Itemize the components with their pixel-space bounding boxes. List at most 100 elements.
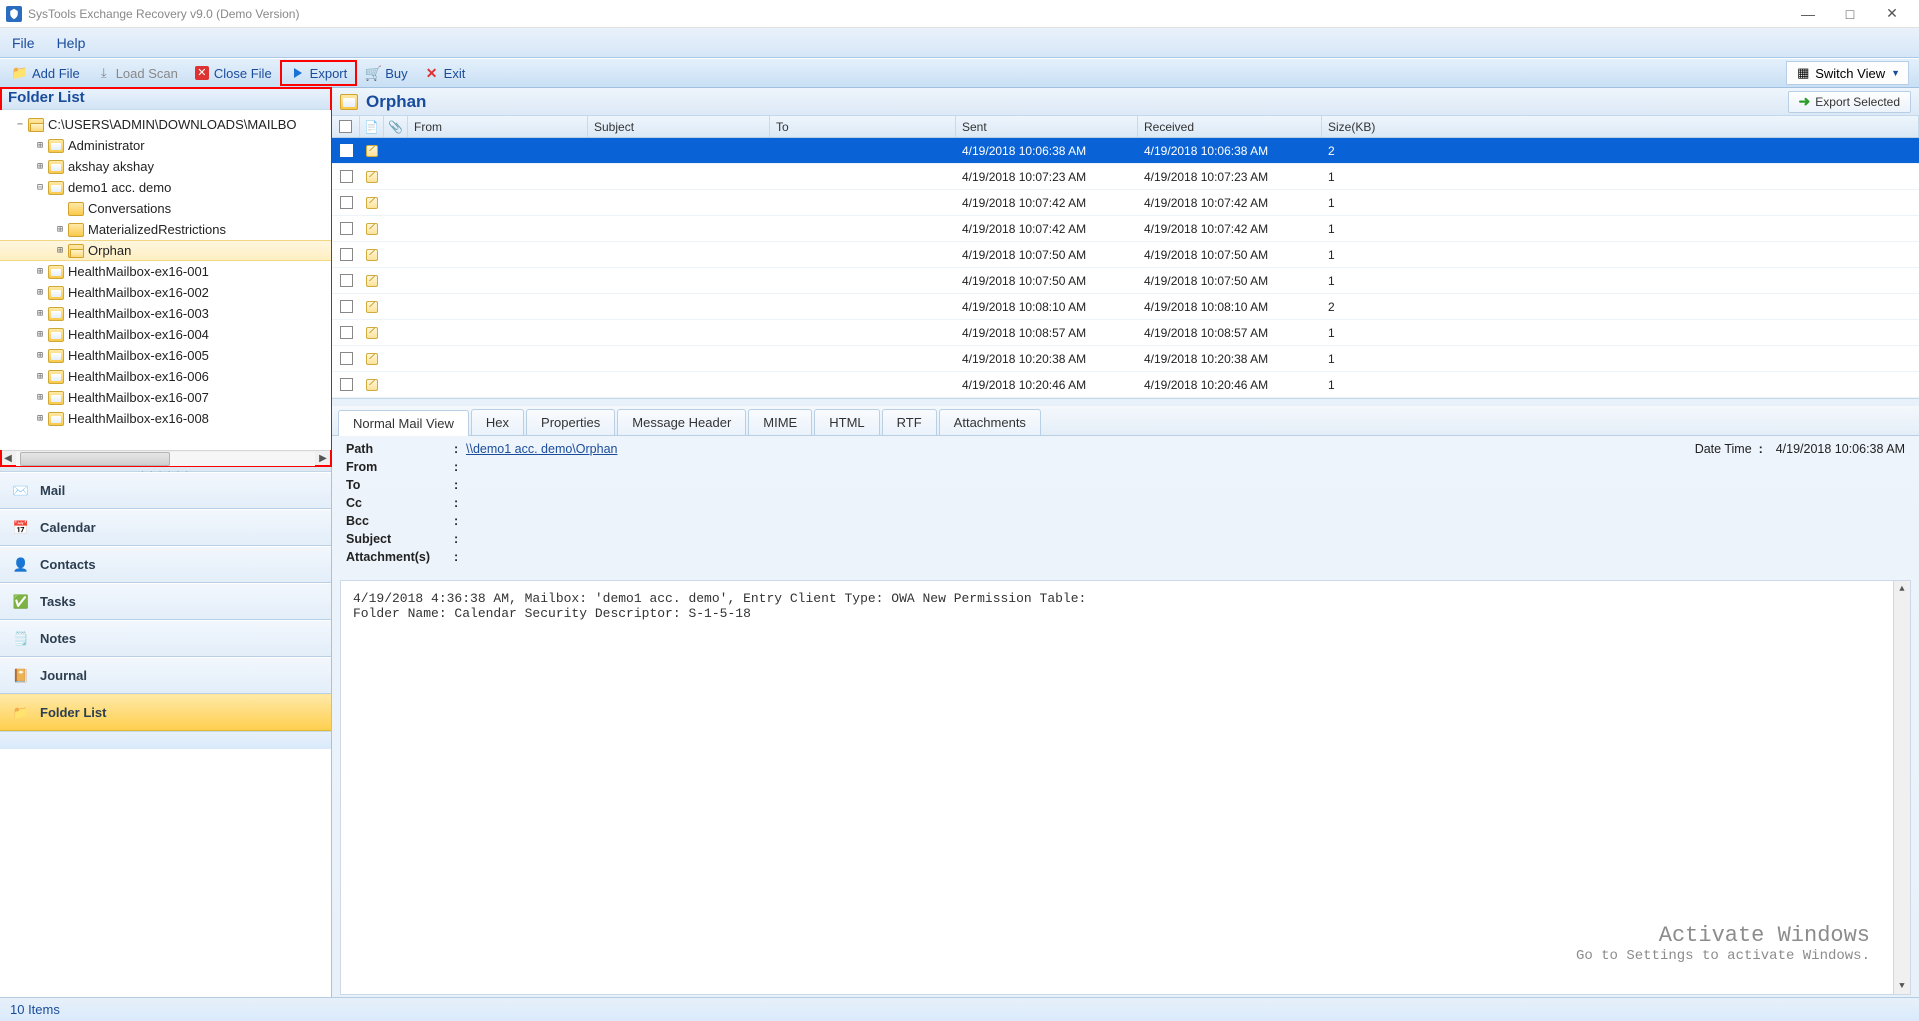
table-row[interactable]: 4/19/2018 10:07:23 AM4/19/2018 10:07:23 … bbox=[332, 164, 1919, 190]
close-button[interactable]: ✕ bbox=[1871, 0, 1913, 28]
scroll-up-icon[interactable]: ▲ bbox=[1899, 581, 1904, 597]
table-row[interactable]: 4/19/2018 10:08:57 AM4/19/2018 10:08:57 … bbox=[332, 320, 1919, 346]
tree-item[interactable]: ⊞HealthMailbox-ex16-001 bbox=[0, 261, 331, 282]
menu-file[interactable]: File bbox=[12, 35, 35, 51]
table-row[interactable]: 4/19/2018 10:07:50 AM4/19/2018 10:07:50 … bbox=[332, 242, 1919, 268]
envelope-icon bbox=[366, 197, 378, 209]
col-to[interactable]: To bbox=[770, 116, 956, 137]
path-link[interactable]: \\demo1 acc. demo\Orphan bbox=[466, 442, 617, 456]
row-checkbox[interactable] bbox=[340, 222, 353, 235]
minimize-button[interactable]: — bbox=[1787, 0, 1829, 28]
add-file-button[interactable]: 📁 Add File bbox=[4, 62, 88, 84]
scroll-down-icon[interactable]: ▼ bbox=[1899, 978, 1904, 994]
export-button[interactable]: Export bbox=[280, 60, 358, 86]
nav-calendar[interactable]: 📅 Calendar bbox=[0, 509, 331, 546]
nav-mail[interactable]: ✉️ Mail bbox=[0, 472, 331, 509]
switch-view-button[interactable]: ▦ Switch View ▼ bbox=[1786, 61, 1909, 85]
expander-icon[interactable]: − bbox=[14, 119, 26, 130]
tree-root-item[interactable]: −C:\USERS\ADMIN\DOWNLOADS\MAILBO bbox=[0, 114, 331, 135]
menu-help[interactable]: Help bbox=[57, 35, 86, 51]
from-label: From bbox=[346, 460, 454, 474]
expander-icon[interactable]: ⊞ bbox=[54, 224, 66, 235]
cell-from bbox=[408, 268, 588, 293]
maximize-button[interactable]: □ bbox=[1829, 0, 1871, 28]
table-row[interactable]: 4/19/2018 10:20:46 AM4/19/2018 10:20:46 … bbox=[332, 372, 1919, 398]
tree-item[interactable]: ⊞akshay akshay bbox=[0, 156, 331, 177]
tree-horizontal-scrollbar[interactable]: ◀ ▶ bbox=[0, 450, 331, 466]
expander-icon[interactable]: ⊞ bbox=[34, 161, 46, 172]
tree-item[interactable]: ⊞Administrator bbox=[0, 135, 331, 156]
table-row[interactable]: 4/19/2018 10:06:38 AM4/19/2018 10:06:38 … bbox=[332, 138, 1919, 164]
nav-contacts[interactable]: 👤 Contacts bbox=[0, 546, 331, 583]
cell-subject bbox=[588, 294, 770, 319]
folder-tree[interactable]: −C:\USERS\ADMIN\DOWNLOADS\MAILBO⊞Adminis… bbox=[0, 110, 331, 450]
tree-item[interactable]: ⊞HealthMailbox-ex16-002 bbox=[0, 282, 331, 303]
col-received[interactable]: Received bbox=[1138, 116, 1322, 137]
tree-item[interactable]: ⊞MaterializedRestrictions bbox=[0, 219, 331, 240]
expander-icon[interactable]: ⊞ bbox=[34, 392, 46, 403]
preview-scrollbar[interactable]: ▲ ▼ bbox=[1893, 581, 1910, 994]
tree-item[interactable]: ⊞HealthMailbox-ex16-006 bbox=[0, 366, 331, 387]
export-selected-button[interactable]: ➜ Export Selected bbox=[1788, 91, 1911, 113]
cell-from bbox=[408, 190, 588, 215]
nav-journal[interactable]: 📔 Journal bbox=[0, 657, 331, 694]
row-checkbox[interactable] bbox=[340, 300, 353, 313]
preview-tab[interactable]: HTML bbox=[814, 409, 879, 435]
datetime-field: Date Time : 4/19/2018 10:06:38 AM bbox=[1689, 442, 1905, 456]
row-checkbox[interactable] bbox=[340, 274, 353, 287]
tree-item[interactable]: ⊞HealthMailbox-ex16-005 bbox=[0, 345, 331, 366]
col-sent[interactable]: Sent bbox=[956, 116, 1138, 137]
nav-tasks[interactable]: ✅ Tasks bbox=[0, 583, 331, 620]
col-checkbox[interactable] bbox=[332, 116, 360, 137]
row-checkbox[interactable] bbox=[340, 196, 353, 209]
preview-tab[interactable]: Hex bbox=[471, 409, 524, 435]
row-checkbox[interactable] bbox=[340, 378, 353, 391]
preview-tab[interactable]: Properties bbox=[526, 409, 615, 435]
table-row[interactable]: 4/19/2018 10:07:42 AM4/19/2018 10:07:42 … bbox=[332, 190, 1919, 216]
expander-icon[interactable]: ⊞ bbox=[34, 287, 46, 298]
scroll-thumb[interactable] bbox=[20, 452, 170, 466]
preview-tab[interactable]: MIME bbox=[748, 409, 812, 435]
row-checkbox[interactable] bbox=[340, 326, 353, 339]
load-scan-button[interactable]: ⤓ Load Scan bbox=[88, 62, 186, 84]
preview-tab[interactable]: Message Header bbox=[617, 409, 746, 435]
buy-button[interactable]: 🛒 Buy bbox=[357, 62, 415, 84]
grid-body[interactable]: 4/19/2018 10:06:38 AM4/19/2018 10:06:38 … bbox=[332, 138, 1919, 398]
tree-item[interactable]: Conversations bbox=[0, 198, 331, 219]
table-row[interactable]: 4/19/2018 10:20:38 AM4/19/2018 10:20:38 … bbox=[332, 346, 1919, 372]
scroll-right-icon[interactable]: ▶ bbox=[315, 453, 331, 464]
tree-item[interactable]: ⊞HealthMailbox-ex16-008 bbox=[0, 408, 331, 429]
tree-item[interactable]: ⊞HealthMailbox-ex16-004 bbox=[0, 324, 331, 345]
table-row[interactable]: 4/19/2018 10:07:50 AM4/19/2018 10:07:50 … bbox=[332, 268, 1919, 294]
row-checkbox[interactable] bbox=[340, 170, 353, 183]
expander-icon[interactable]: ⊞ bbox=[34, 413, 46, 424]
scroll-left-icon[interactable]: ◀ bbox=[0, 453, 16, 464]
close-file-button[interactable]: ✕ Close File bbox=[186, 62, 280, 84]
row-checkbox[interactable] bbox=[340, 248, 353, 261]
tree-item[interactable]: ⊟demo1 acc. demo bbox=[0, 177, 331, 198]
tree-item[interactable]: ⊞HealthMailbox-ex16-003 bbox=[0, 303, 331, 324]
nav-notes[interactable]: 🗒️ Notes bbox=[0, 620, 331, 657]
expander-icon[interactable]: ⊞ bbox=[34, 329, 46, 340]
preview-tab[interactable]: Normal Mail View bbox=[338, 410, 469, 436]
col-subject[interactable]: Subject bbox=[588, 116, 770, 137]
row-checkbox[interactable] bbox=[340, 352, 353, 365]
col-from[interactable]: From bbox=[408, 116, 588, 137]
preview-tab[interactable]: RTF bbox=[882, 409, 937, 435]
expander-icon[interactable]: ⊞ bbox=[34, 266, 46, 277]
tree-item[interactable]: ⊞Orphan bbox=[0, 240, 331, 261]
preview-tab[interactable]: Attachments bbox=[939, 409, 1041, 435]
expander-icon[interactable]: ⊞ bbox=[54, 245, 66, 256]
nav-folder-list[interactable]: 📁 Folder List bbox=[0, 694, 331, 731]
table-row[interactable]: 4/19/2018 10:07:42 AM4/19/2018 10:07:42 … bbox=[332, 216, 1919, 242]
row-checkbox[interactable] bbox=[340, 144, 353, 157]
table-row[interactable]: 4/19/2018 10:08:10 AM4/19/2018 10:08:10 … bbox=[332, 294, 1919, 320]
expander-icon[interactable]: ⊞ bbox=[34, 140, 46, 151]
expander-icon[interactable]: ⊞ bbox=[34, 308, 46, 319]
tree-item[interactable]: ⊞HealthMailbox-ex16-007 bbox=[0, 387, 331, 408]
expander-icon[interactable]: ⊞ bbox=[34, 350, 46, 361]
expander-icon[interactable]: ⊞ bbox=[34, 371, 46, 382]
col-size[interactable]: Size(KB) bbox=[1322, 116, 1919, 137]
exit-button[interactable]: ✕ Exit bbox=[416, 62, 474, 84]
expander-icon[interactable]: ⊟ bbox=[34, 182, 46, 193]
